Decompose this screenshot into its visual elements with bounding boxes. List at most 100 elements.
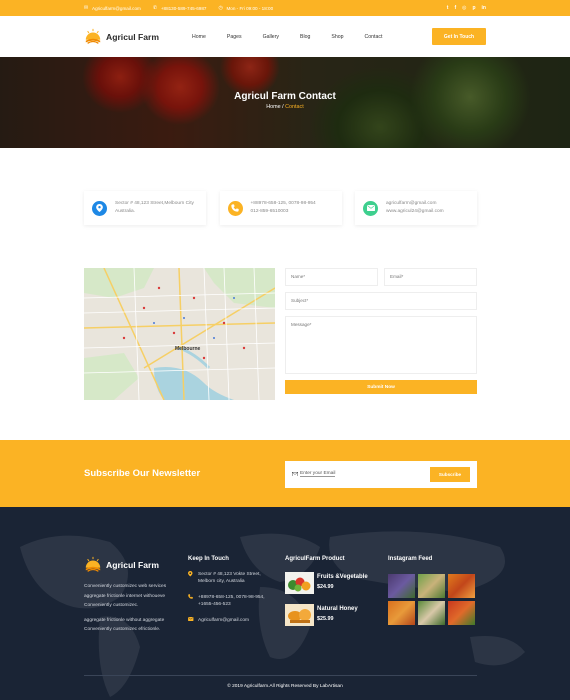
nav-shop[interactable]: Shop xyxy=(331,34,343,40)
contact-info-cards: Sector # 48,123 Street,Melbourn City Aus… xyxy=(84,191,477,225)
phone-line-2: 012-859-6510003 xyxy=(250,209,289,214)
footer-address-text: Sector # 48,123 Vokte Street, Melborn ci… xyxy=(198,572,261,584)
product-price: $24.99 xyxy=(317,584,334,590)
linkedin-icon[interactable]: in xyxy=(482,5,486,11)
logo-sun-icon xyxy=(85,28,101,44)
mail-icon: ✉ xyxy=(84,4,89,11)
footer-email[interactable]: Agriculfarm@gmail.com xyxy=(188,617,278,624)
keep-in-touch-title: Keep In Touch xyxy=(188,556,229,562)
nav-gallery[interactable]: Gallery xyxy=(263,34,279,40)
instagram-grid xyxy=(388,574,475,625)
submit-button[interactable]: Submit Now xyxy=(285,380,477,394)
topbar-email[interactable]: ✉ Agriculfarm@gmail.com xyxy=(84,4,141,11)
nav-home[interactable]: Home xyxy=(192,34,206,40)
logo[interactable]: Agricul Farm xyxy=(84,28,159,46)
address-line-1: Sector # 48,123 Street,Melbourn City xyxy=(115,201,194,206)
breadcrumb: Home / Contact xyxy=(0,104,570,110)
site-footer: Agricul Farm Conveniently customizec web… xyxy=(0,507,570,700)
mail-icon xyxy=(363,200,378,216)
product-name: Fruits &Vegetable xyxy=(317,574,368,580)
phone-card: +88978-658-125, 0078-98-954 012-859-6510… xyxy=(219,191,342,225)
email-input[interactable]: Email* xyxy=(384,268,477,286)
get-in-touch-button[interactable]: Get In Touch xyxy=(432,28,486,45)
nav-contact[interactable]: Contact xyxy=(365,34,383,40)
logo-sun-icon xyxy=(85,556,101,572)
footer-about-p2: aggregate frictionle without aggregate C… xyxy=(84,617,165,633)
footer-address: Sector # 48,123 Vokte Street, Melborn ci… xyxy=(188,571,278,585)
site-header: Agricul Farm Home Pages Gallery Blog Sho… xyxy=(0,16,570,57)
product-price: $25.99 xyxy=(317,616,334,622)
product-item[interactable]: Fruits &Vegetable $24.99 xyxy=(285,572,368,594)
mail-icon xyxy=(292,471,298,477)
footer-email-text: Agriculfarm@gmail.com xyxy=(198,618,249,623)
instagram-photo[interactable] xyxy=(448,601,475,625)
address-line-2: Australia. xyxy=(115,209,135,214)
top-bar: ✉ Agriculfarm@gmail.com ✆ +88130-589-745… xyxy=(0,0,570,16)
instagram-icon[interactable]: ◎ xyxy=(462,5,466,11)
instagram-column: Instagram Feed xyxy=(388,556,475,625)
instagram-photo[interactable] xyxy=(448,574,475,598)
footer-divider xyxy=(84,675,477,676)
vegetables-thumbnail xyxy=(285,572,314,594)
location-map[interactable]: Melbourne xyxy=(84,268,275,400)
subscribe-button[interactable]: Subscribe xyxy=(430,467,470,482)
nav-pages[interactable]: Pages xyxy=(227,34,242,40)
products-title: AgriculFarm Product xyxy=(285,556,345,562)
mail-icon xyxy=(188,617,198,624)
topbar-hours: ◷ Mon - Fri 09:00 - 18:00 xyxy=(218,4,274,11)
phone-icon xyxy=(227,200,243,216)
brand-name: Agricul Farm xyxy=(106,31,160,42)
honey-thumbnail xyxy=(285,604,314,626)
copyright: © 2019 Agriculfarm.All Rights Reserved B… xyxy=(227,684,343,689)
instagram-title: Instagram Feed xyxy=(388,556,433,562)
keep-in-touch-column: Keep In Touch Sector # 48,123 Vokte Stre… xyxy=(188,556,278,624)
newsletter-section: Subscribe Our Newsletter Enter your Emai… xyxy=(0,440,570,507)
breadcrumb-home[interactable]: Home xyxy=(266,104,280,110)
product-name: Natural Honey xyxy=(317,606,358,612)
instagram-photo[interactable] xyxy=(418,601,445,625)
footer-brand-name: Agricul Farm xyxy=(106,560,160,570)
address-card: Sector # 48,123 Street,Melbourn City Aus… xyxy=(84,191,206,225)
newsletter-email-input[interactable]: Enter your Email xyxy=(292,471,336,477)
product-item[interactable]: Natural Honey $25.99 xyxy=(285,604,368,626)
name-input[interactable]: Name* xyxy=(285,268,378,286)
phone-icon xyxy=(188,594,198,608)
newsletter-placeholder: Enter your Email xyxy=(300,471,336,477)
phone-line-1: +88978-658-125, 0078-98-954 xyxy=(250,201,316,206)
page-title: Agricul Farm Contact xyxy=(234,91,336,102)
subject-input[interactable]: Subject* xyxy=(285,292,477,310)
topbar-email-text: Agriculfarm@gmail.com xyxy=(92,5,141,11)
instagram-photo[interactable] xyxy=(418,574,445,598)
topbar-phone-text: +88130-589-745-6987 xyxy=(160,5,207,11)
topbar-phone[interactable]: ✆ +88130-589-745-6987 xyxy=(152,4,207,11)
twitter-icon[interactable]: t xyxy=(447,5,449,11)
footer-phone-text: +88978-658-125, 0078-98-954, +1655-456-5… xyxy=(198,595,265,607)
nav-blog[interactable]: Blog xyxy=(300,34,310,40)
topbar-hours-text: Mon - Fri 09:00 - 18:00 xyxy=(226,5,274,11)
main-nav: Home Pages Gallery Blog Shop Contact xyxy=(192,34,403,40)
clock-icon: ◷ xyxy=(218,4,223,11)
newsletter-form: Enter your Email Subscribe xyxy=(285,461,477,488)
phone-icon: ✆ xyxy=(152,4,158,11)
email-line-1[interactable]: agriculfarm@gmail.com xyxy=(386,200,444,208)
breadcrumb-current: Contact xyxy=(285,104,304,110)
contact-form: Name* Email* Subject* Message* Submit No… xyxy=(285,268,477,394)
social-links: t f ◎ p in xyxy=(447,5,486,11)
footer-logo[interactable]: Agricul Farm xyxy=(84,556,159,574)
facebook-icon[interactable]: f xyxy=(454,5,456,11)
message-textarea[interactable]: Message* xyxy=(285,316,477,374)
location-pin-icon xyxy=(92,200,107,216)
products-column: AgriculFarm Product Fruits &Vegetable $2… xyxy=(285,556,368,626)
pinterest-icon[interactable]: p xyxy=(472,5,475,11)
footer-about-p1: Conveniently customizec web services agg… xyxy=(84,584,167,608)
email-line-2[interactable]: www.agricul24@gmail.com xyxy=(386,208,444,216)
instagram-photo[interactable] xyxy=(388,574,415,598)
instagram-photo[interactable] xyxy=(388,601,415,625)
footer-about: Conveniently customizec web services agg… xyxy=(84,582,184,640)
footer-phone: +88978-658-125, 0078-98-954, +1655-456-5… xyxy=(188,594,278,608)
location-pin-icon xyxy=(188,571,198,585)
newsletter-title: Subscribe Our Newsletter xyxy=(84,468,201,479)
map-city-label: Melbourne xyxy=(175,346,201,352)
email-card: agriculfarm@gmail.com www.agricul24@gmai… xyxy=(355,191,477,225)
hero-banner: Agricul Farm Contact Home / Contact xyxy=(0,57,570,148)
